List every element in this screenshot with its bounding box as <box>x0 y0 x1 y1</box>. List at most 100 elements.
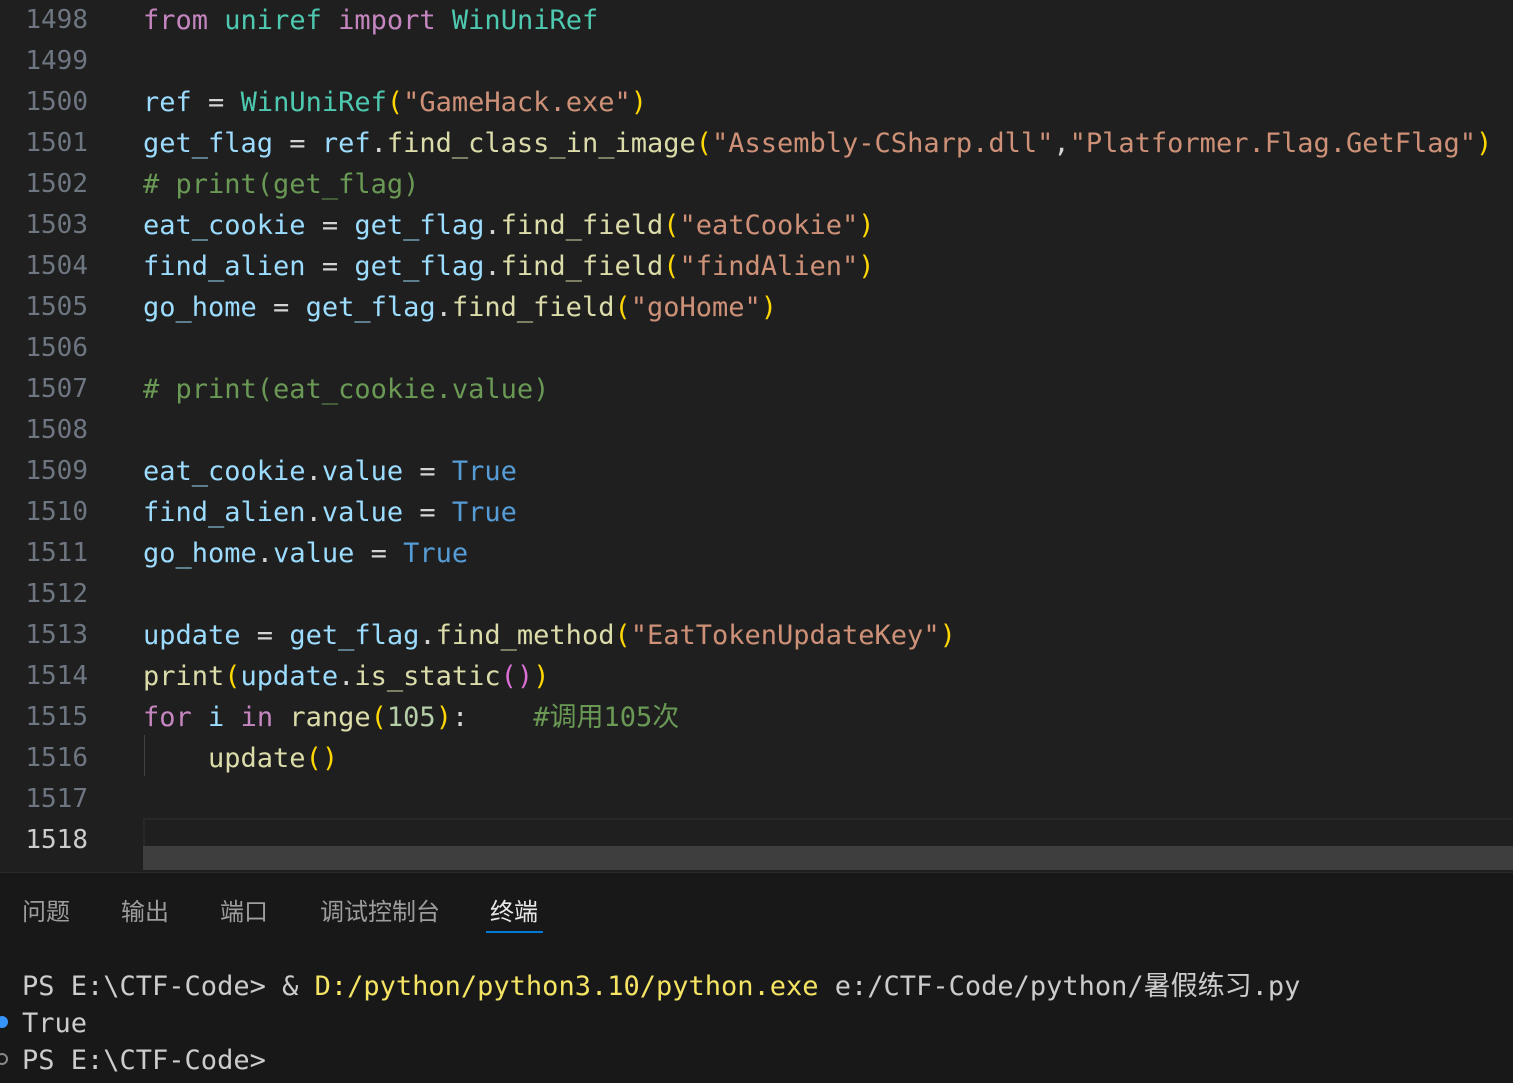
code-token: find_alien <box>143 251 306 282</box>
code-token: eat_cookie <box>143 210 306 241</box>
line-code: from uniref import WinUniRef <box>143 0 598 41</box>
code-line[interactable]: 1503 eat_cookie = get_flag.find_field("ea… <box>0 205 1513 246</box>
code-token: . <box>256 538 274 569</box>
line-number: 1512 <box>25 579 88 609</box>
line-number: 1510 <box>25 497 88 527</box>
code-token: . <box>370 128 387 159</box>
code-token: for <box>143 702 192 733</box>
code-line[interactable]: 1512 <box>0 574 1513 615</box>
code-token: ( <box>386 87 404 118</box>
line-number: 1498 <box>25 5 88 35</box>
code-token: "findAlien" <box>679 251 859 282</box>
line-code: update = get_flag.find_method("EatTokenU… <box>143 615 956 656</box>
command-success-icon[interactable] <box>0 1016 8 1028</box>
code-token: ) <box>858 251 875 282</box>
terminal-output: True <box>22 1008 88 1039</box>
code-token: import <box>338 5 436 36</box>
code-token: find_class_in_image <box>386 128 696 159</box>
code-token: ) <box>760 292 778 323</box>
code-token: ) <box>939 620 956 651</box>
code-token: "GameHack.exe" <box>403 87 631 118</box>
code-token: ( <box>695 128 712 159</box>
tab-ports[interactable]: 端口 <box>220 895 268 929</box>
terminal-script-path: e:/CTF-Code/python/暑假练习.py <box>818 971 1301 1002</box>
code-token: print <box>143 661 225 692</box>
code-line[interactable]: 1500 ref = WinUniRef("GameHack.exe") <box>0 82 1513 123</box>
line-number: 1504 <box>25 251 88 281</box>
code-token: # print(get_flag) <box>143 169 420 200</box>
code-token: value <box>321 497 404 528</box>
code-token: ) <box>533 661 550 692</box>
code-token: WinUniRef <box>240 87 387 118</box>
code-line[interactable]: 1516 update() <box>0 738 1513 779</box>
tab-output[interactable]: 输出 <box>121 895 169 929</box>
code-line[interactable]: 1509 eat_cookie.value = True <box>0 451 1513 492</box>
tab-terminal[interactable]: 终端 <box>490 895 538 929</box>
code-line[interactable]: 1513 update = get_flag.find_method("EatTo… <box>0 615 1513 656</box>
line-number: 1515 <box>25 702 88 732</box>
code-token: go_home <box>143 538 257 569</box>
line-code: update() <box>143 738 338 779</box>
code-token: ) <box>1476 128 1493 159</box>
code-token: range <box>289 702 371 733</box>
code-token: ) <box>435 702 452 733</box>
line-code: find_alien.value = True <box>143 492 517 533</box>
code-line[interactable]: 1501 get_flag = ref.find_class_in_image("… <box>0 123 1513 164</box>
horizontal-scrollbar[interactable] <box>143 846 1513 870</box>
code-line[interactable]: 1510 find_alien.value = True <box>0 492 1513 533</box>
code-line[interactable]: 1514 print(update.is_static()) <box>0 656 1513 697</box>
line-code: eat_cookie.value = True <box>143 451 517 492</box>
line-number: 1506 <box>25 333 88 363</box>
code-token: get_flag <box>289 620 420 651</box>
code-token: #调用105次 <box>533 702 680 733</box>
line-number: 1503 <box>25 210 88 240</box>
code-token: ref <box>321 128 371 159</box>
code-line[interactable]: 1515 for i in range(105): #调用105次 <box>0 697 1513 738</box>
line-code: print(update.is_static()) <box>143 656 549 697</box>
line-code: find_alien = get_flag.find_field("findAl… <box>143 246 875 287</box>
code-line[interactable]: 1507 # print(eat_cookie.value) <box>0 369 1513 410</box>
line-number: 1511 <box>25 538 88 568</box>
code-token: , <box>1053 128 1070 159</box>
code-token: i <box>208 702 225 733</box>
code-token: = <box>305 210 355 241</box>
line-code: go_home.value = True <box>143 533 468 574</box>
tab-problems[interactable]: 问题 <box>22 895 70 929</box>
code-token: is_static <box>354 661 501 692</box>
code-token: find_alien <box>143 497 306 528</box>
command-pending-icon[interactable] <box>0 1053 8 1065</box>
code-line[interactable]: 1505 go_home = get_flag.find_field("goHom… <box>0 287 1513 328</box>
code-token: "EatTokenUpdateKey" <box>630 620 940 651</box>
code-line[interactable]: 1517 <box>0 779 1513 820</box>
terminal-python-exe: D:/python/python3.10/python.exe <box>314 971 819 1002</box>
code-line[interactable]: 1511 go_home.value = True <box>0 533 1513 574</box>
line-number: 1500 <box>25 87 88 117</box>
code-line[interactable]: 1504 find_alien = get_flag.find_field("fi… <box>0 246 1513 287</box>
code-token: ( <box>614 620 631 651</box>
line-number: 1508 <box>25 415 88 445</box>
code-line[interactable]: 1502 # print(get_flag) <box>0 164 1513 205</box>
line-code: # print(eat_cookie.value) <box>143 369 549 410</box>
code-token: = <box>256 292 306 323</box>
line-number: 1516 <box>25 743 88 773</box>
code-editor[interactable]: 1498 from uniref import WinUniRef 1499 1500… <box>0 0 1513 872</box>
code-line[interactable]: 1506 <box>0 328 1513 369</box>
tab-debug-console[interactable]: 调试控制台 <box>320 895 440 929</box>
code-token: . <box>419 620 436 651</box>
line-number: 1517 <box>25 784 88 814</box>
indent-guide <box>144 735 145 776</box>
code-token: ( <box>370 702 387 733</box>
code-token: () <box>305 743 339 774</box>
line-code: ref = WinUniRef("GameHack.exe") <box>143 82 647 123</box>
line-code: eat_cookie = get_flag.find_field("eatCoo… <box>143 205 875 246</box>
code-line[interactable]: 1498 from uniref import WinUniRef <box>0 0 1513 41</box>
code-line[interactable]: 1499 <box>0 41 1513 82</box>
code-token: True <box>403 538 469 569</box>
code-token: . <box>305 456 322 487</box>
code-line[interactable]: 1508 <box>0 410 1513 451</box>
